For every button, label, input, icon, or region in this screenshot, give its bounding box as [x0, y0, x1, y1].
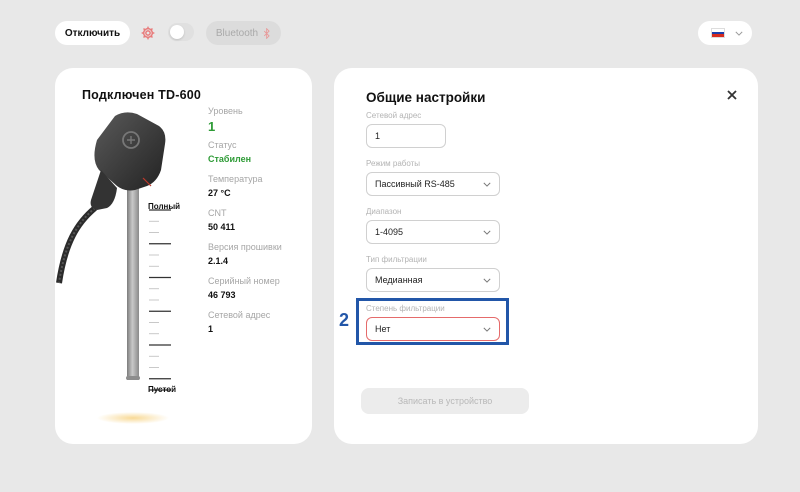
info-label: Версия прошивки: [208, 242, 282, 252]
info-label: Серийный номер: [208, 276, 280, 286]
filter-type-select[interactable]: Медианная: [366, 268, 500, 292]
write-to-device-button[interactable]: Записать в устройство: [361, 388, 529, 414]
network-address-label: Сетевой адрес: [366, 111, 422, 120]
device-title: Подключен TD-600: [82, 88, 202, 102]
info-label: Статус: [208, 140, 237, 150]
close-icon[interactable]: [727, 90, 737, 100]
annotation-number: 2: [339, 310, 350, 330]
filter-type-label: Тип фильтрации: [366, 255, 427, 264]
bluetooth-button[interactable]: Bluetooth: [206, 21, 281, 45]
chevron-down-icon: [483, 230, 491, 235]
info-value: 46 793: [208, 290, 236, 300]
chevron-down-icon: [483, 278, 491, 283]
info-temperature: Температура 27 °C: [208, 174, 308, 208]
flag-ru-icon: [711, 28, 725, 38]
device-card: Подключен TD-600 Полный Пустой Уровень 1…: [55, 68, 312, 444]
disconnect-button[interactable]: Отключить: [55, 21, 130, 45]
info-value: 1: [208, 324, 214, 334]
range-label: Диапазон: [366, 207, 402, 216]
info-label: Уровень: [208, 106, 243, 116]
info-label: CNT: [208, 208, 227, 218]
scale-full-label: Полный: [148, 202, 181, 211]
level-scale: [149, 209, 171, 391]
info-value: 27 °C: [208, 188, 231, 198]
info-network-address: Сетевой адрес 1: [208, 310, 308, 344]
bluetooth-label: Bluetooth: [215, 27, 259, 39]
range-select[interactable]: 1-4095: [366, 220, 500, 244]
mode-label: Режим работы: [366, 159, 421, 168]
annotation-highlight-box: [356, 298, 509, 345]
settings-title: Общие настройки: [366, 90, 486, 105]
chevron-down-icon: [735, 31, 743, 36]
connection-toggle[interactable]: [168, 23, 194, 41]
info-value: Стабилен: [208, 154, 252, 164]
toggle-knob: [170, 25, 184, 39]
device-info: Уровень 1 Статус Стабилен Температура 27…: [208, 106, 308, 344]
language-selector[interactable]: [698, 21, 752, 45]
mode-select[interactable]: Пассивный RS-485: [366, 172, 500, 196]
info-value: 1: [208, 119, 216, 134]
network-address-input[interactable]: 1: [366, 124, 446, 148]
info-label: Температура: [208, 174, 263, 184]
field-value: 1-4095: [375, 227, 404, 237]
info-value: 50 411: [208, 222, 236, 232]
bluetooth-icon: [264, 27, 270, 39]
info-status: Статус Стабилен: [208, 140, 308, 174]
gear-icon[interactable]: [140, 25, 156, 41]
info-serial: Серийный номер 46 793: [208, 276, 308, 310]
field-value: Медианная: [375, 275, 423, 285]
chevron-down-icon: [483, 182, 491, 187]
field-value: Пассивный RS-485: [375, 179, 455, 189]
info-label: Сетевой адрес: [208, 310, 271, 320]
info-firmware: Версия прошивки 2.1.4: [208, 242, 308, 276]
scale-empty-label: Пустой: [148, 385, 177, 394]
settings-card: Общие настройки Сетевой адрес 1 Режим ра…: [334, 68, 758, 444]
info-cnt: CNT 50 411: [208, 208, 308, 242]
info-level: Уровень 1: [208, 106, 308, 140]
field-value: 1: [375, 131, 381, 141]
info-value: 2.1.4: [208, 256, 229, 266]
